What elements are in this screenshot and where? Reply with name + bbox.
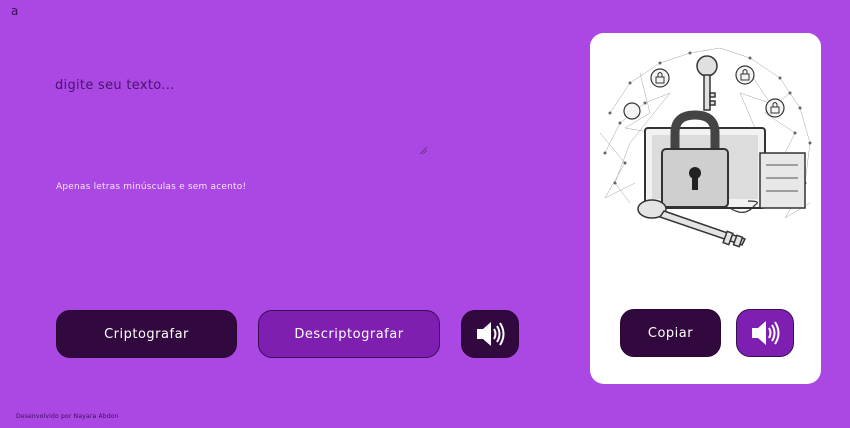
speak-input-button[interactable] <box>461 310 519 358</box>
encrypt-button[interactable]: Criptografar <box>56 310 237 358</box>
copy-button-label: Copiar <box>647 325 694 341</box>
speaker-icon <box>477 322 505 346</box>
resize-handle-icon[interactable] <box>419 146 428 155</box>
decrypt-button-label: Descriptografar <box>294 326 404 342</box>
encrypt-button-label: Criptografar <box>104 326 189 342</box>
logo: a <box>11 4 19 18</box>
speak-output-button[interactable] <box>736 309 794 357</box>
output-panel: Copiar <box>590 33 821 384</box>
input-hint: Apenas letras minúsculas e sem acento! <box>56 182 247 192</box>
text-input[interactable] <box>55 78 435 163</box>
speaker-icon <box>752 321 780 345</box>
decrypt-button[interactable]: Descriptografar <box>258 310 440 358</box>
copy-button[interactable]: Copiar <box>620 309 721 357</box>
lock-key-network-illustration <box>590 33 821 265</box>
footer-credit: Desenvolvido por Nayara Abdon <box>16 413 119 420</box>
